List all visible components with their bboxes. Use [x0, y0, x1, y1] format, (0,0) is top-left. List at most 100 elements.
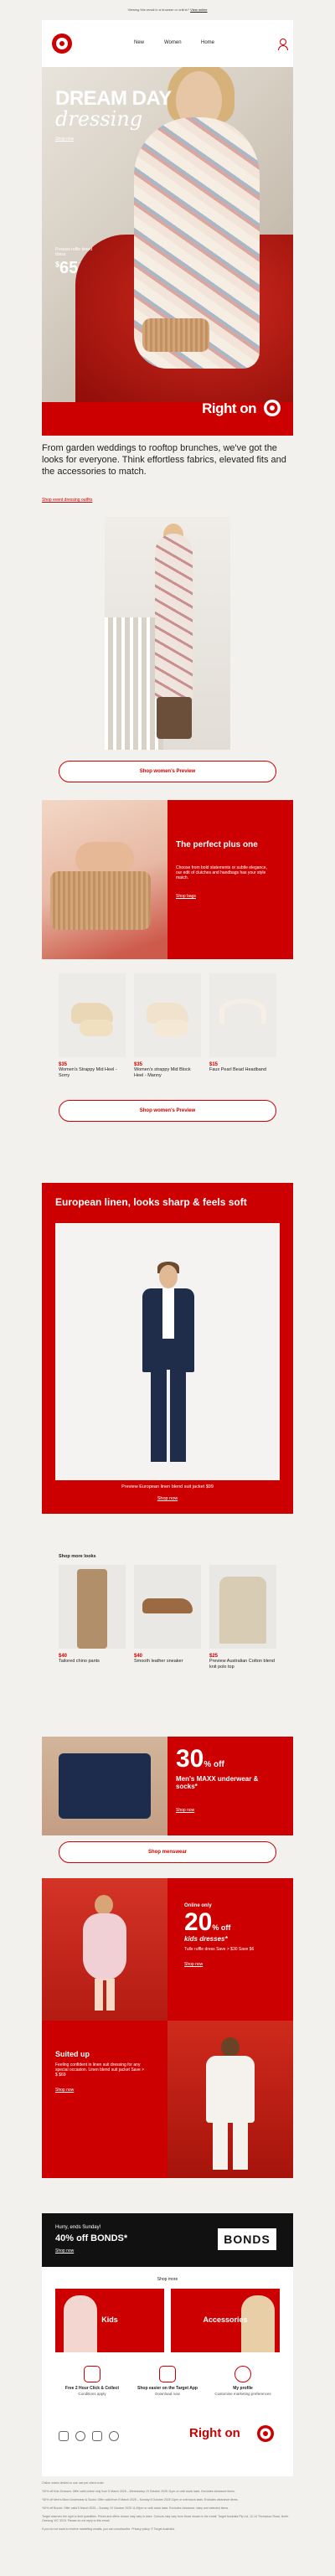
shop-womens-button-2[interactable]: Shop women's Preview	[59, 1100, 276, 1122]
click-collect-service[interactable]: Free 2 Hour Click & Collect Conditions a…	[59, 2366, 126, 2396]
clutch-photo	[42, 800, 168, 959]
target-app-service[interactable]: Shop easier on the Target App Download n…	[134, 2366, 201, 2396]
maxx-shop-link[interactable]: Shop now	[176, 1808, 194, 1813]
maxx-discount: 30% off	[176, 1747, 224, 1778]
target-logo-icon[interactable]	[52, 34, 72, 54]
email-page: Viewing this email in a browser or onlin…	[0, 0, 335, 2576]
shop-more-label: Shop more	[157, 2277, 178, 2282]
hero-title: DREAM DAY	[55, 87, 172, 110]
product-card[interactable]: $40 Tailored chino pants	[59, 1565, 126, 1665]
legal-line: *40% off Bonds: Offer valid 5 March 2025…	[42, 2506, 229, 2510]
product-card[interactable]: $35 Women's Strappy Mid Heel - Sorry	[59, 973, 126, 1079]
hero-shop-link[interactable]: Shop now	[55, 137, 74, 142]
model-man	[139, 1262, 198, 1466]
woven-bag	[142, 318, 209, 352]
intro-link[interactable]: Shop event dressing outfits	[42, 498, 293, 503]
polo-shape	[219, 1577, 266, 1644]
boy-figure	[201, 2037, 260, 2171]
product-card[interactable]: $15 Faux Pearl Bead Headband	[209, 973, 276, 1073]
service-title: My profile	[233, 2386, 253, 2391]
product-name: Women's strappy Mid Block Heel - Manny	[134, 1067, 191, 1078]
girl-legs	[95, 1979, 115, 2011]
linen-banner[interactable]: European linen, looks sharp & feels soft…	[42, 1183, 293, 1514]
kids-tile[interactable]: Kids	[55, 2289, 164, 2352]
suited-up-text: Feeling confident in linen suit dressing…	[55, 2062, 145, 2078]
header: New Women Home	[42, 20, 293, 67]
sandal-shape	[80, 1020, 113, 1036]
legal-line: If you do not want to receive marketing …	[42, 2527, 175, 2531]
view-online-link[interactable]: View online	[190, 8, 207, 12]
suit-trousers	[151, 1370, 186, 1462]
event-dress-photo[interactable]	[105, 517, 230, 750]
nav-women[interactable]: Women	[164, 40, 182, 45]
service-sub: Customise marketing preferences	[214, 2392, 271, 2396]
right-on-brand: Right on	[202, 400, 256, 416]
bonds-banner[interactable]: Hurry, ends Sunday! 40% off BONDS* Shop …	[42, 2213, 293, 2267]
bonds-shop-link[interactable]: Shop now	[55, 2248, 74, 2253]
accessories-tile[interactable]: Accessories	[171, 2289, 280, 2352]
maxx-percent: 30	[176, 1745, 204, 1773]
girl-figure	[80, 1895, 130, 2012]
white-shirt	[162, 1288, 174, 1339]
tulle-dress	[83, 1913, 126, 1980]
kids-shop-link[interactable]: Shop now	[184, 1962, 203, 1967]
product-name: Faux Pearl Bead Headband	[209, 1067, 266, 1072]
perfect-shop-link[interactable]: Shop bags	[176, 894, 196, 899]
shop-more-looks-label: Shop more looks	[59, 1554, 96, 1559]
view-online-bar: Viewing this email in a browser or onlin…	[0, 0, 335, 20]
product-name: Women's Strappy Mid Heel - Sorry	[59, 1067, 117, 1078]
kids-tile-label: Kids	[101, 2315, 118, 2324]
maxx-title: Men's MAXX underwear & socks*	[176, 1775, 259, 1790]
tiktok-icon[interactable]	[75, 2431, 85, 2441]
bonds-logo: BONDS	[218, 2228, 276, 2250]
maxx-off: % off	[204, 1760, 224, 1769]
pinterest-icon[interactable]	[109, 2431, 119, 2441]
kids-figure	[64, 2295, 97, 2352]
suited-up-shop-link[interactable]: Shop now	[55, 2088, 74, 2093]
suited-up-title: Suited up	[55, 2050, 90, 2058]
legal-line: Online orders limited to one use per cli…	[42, 2481, 105, 2485]
legal-line: Target reserves the right to limit quant…	[42, 2515, 289, 2522]
product-name: Smooth leather sneaker	[134, 1659, 183, 1664]
chino-shape	[77, 1569, 107, 1649]
linen-title: European linen, looks sharp & feels soft	[55, 1196, 247, 1208]
legal-text: Online orders limited to one use per cli…	[42, 2481, 293, 2536]
product-name: Preview Australian Cotton blend knit pol…	[209, 1659, 275, 1670]
hero-price: $65	[55, 259, 78, 278]
hand-shape	[75, 842, 134, 875]
footer: Shop more Kids Accessories Free 2 Hour C…	[42, 2267, 293, 2476]
model-dress	[155, 534, 193, 701]
linen-shop-link[interactable]: Shop now	[42, 1496, 293, 1501]
profile-service[interactable]: My profile Customise marketing preferenc…	[209, 2366, 276, 2396]
hero-banner[interactable]: DREAM DAY dressing Shop now Preview ruff…	[42, 67, 293, 436]
clutch-bag	[50, 871, 151, 930]
footer-brand: Right on	[189, 2426, 240, 2440]
product-image	[59, 973, 126, 1057]
shop-womens-button[interactable]: Shop women's Preview	[59, 761, 276, 782]
facebook-icon[interactable]	[92, 2431, 102, 2441]
hero-price-value: 65	[59, 259, 79, 277]
underwear-photo	[42, 1737, 168, 1835]
product-card[interactable]: $40 Smooth leather sneaker	[134, 1565, 201, 1665]
account-icon[interactable]	[278, 39, 288, 50]
product-card[interactable]: $35 Women's strappy Mid Block Heel - Man…	[134, 973, 201, 1079]
model-head	[159, 1265, 178, 1288]
shop-menswear-button[interactable]: Shop menswear	[59, 1841, 276, 1863]
headband-shape	[219, 999, 266, 1024]
maxx-underwear-banner[interactable]: 30% off Men's MAXX underwear & socks* Sh…	[42, 1737, 293, 1835]
linen-suit-photo	[55, 1223, 280, 1480]
service-sub: Conditions apply	[78, 2392, 106, 2396]
nav-home[interactable]: Home	[201, 40, 214, 45]
kids-banner[interactable]: Online only 20% off kids dresses* Tulle …	[42, 1878, 293, 2178]
boy-suit-photo	[168, 2021, 293, 2178]
service-title: Shop easier on the Target App	[137, 2386, 198, 2391]
perfect-plus-one-banner[interactable]: The perfect plus one Choose from bold st…	[42, 800, 293, 959]
product-name: Tailored chino pants	[59, 1659, 100, 1664]
nav-new[interactable]: New	[134, 40, 144, 45]
kids-subtext: Tulle ruffle dress Save > $30 Save $6	[184, 1947, 255, 1952]
instagram-icon[interactable]	[59, 2431, 69, 2441]
sneaker-shape	[142, 1598, 193, 1613]
product-card[interactable]: $25 Preview Australian Cotton blend knit…	[209, 1565, 276, 1670]
perfect-title: The perfect plus one	[176, 840, 258, 849]
kids-off: % off	[212, 1923, 231, 1932]
